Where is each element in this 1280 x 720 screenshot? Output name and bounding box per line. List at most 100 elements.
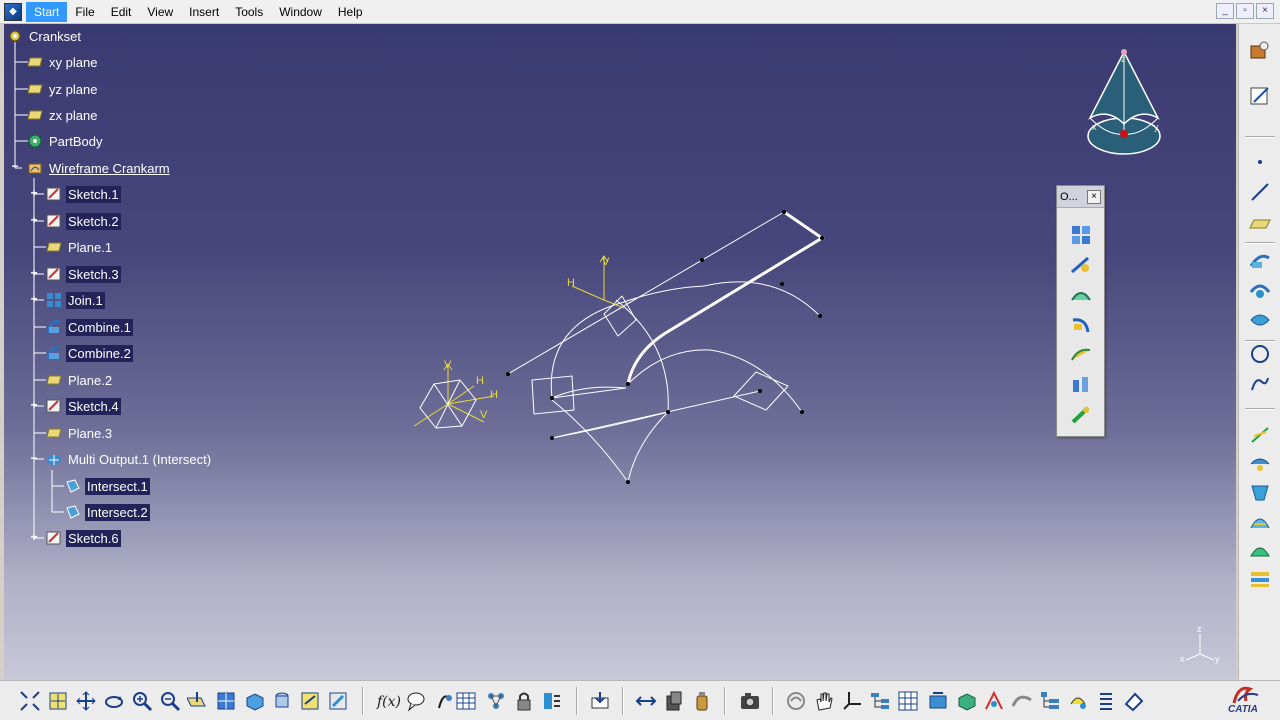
fillet-tool-icon[interactable]	[1067, 402, 1095, 428]
hand-pan-icon[interactable]	[812, 689, 836, 713]
expand-expander[interactable]: +	[29, 399, 39, 411]
construction-line[interactable]	[551, 390, 761, 439]
vertex[interactable]	[800, 410, 804, 414]
tree-item-sketch-4[interactable]: Sketch.4	[45, 396, 121, 416]
menu-window[interactable]: Window	[271, 2, 330, 22]
catalog-icon[interactable]	[484, 689, 508, 713]
normal-view-icon[interactable]	[186, 689, 210, 713]
comment-icon[interactable]	[404, 689, 428, 713]
rotate-icon[interactable]	[102, 689, 126, 713]
extract-tool-icon[interactable]	[1067, 372, 1095, 398]
tree-item-partbody[interactable]: PartBody	[26, 131, 104, 151]
menu-edit[interactable]: Edit	[103, 2, 140, 22]
tree-item-yz-plane[interactable]: yz plane	[26, 79, 99, 99]
update-icon[interactable]	[588, 689, 612, 713]
expand-expander[interactable]: +	[29, 293, 39, 305]
close-button[interactable]: ×	[1256, 3, 1274, 19]
combine-tool-icon[interactable]	[1245, 276, 1275, 304]
tree-item-sketch-3[interactable]: Sketch.3	[45, 264, 121, 284]
hide-show-icon[interactable]	[298, 689, 322, 713]
restore-button[interactable]: ▫	[1236, 3, 1254, 19]
tree-item-plane-3[interactable]: Plane.3	[45, 423, 114, 443]
menu-view[interactable]: View	[139, 2, 181, 22]
vertex[interactable]	[666, 410, 670, 414]
fly-mode-icon[interactable]	[784, 689, 808, 713]
plane-tool-icon[interactable]	[1245, 210, 1275, 238]
menu-file[interactable]: File	[67, 2, 102, 22]
tree-item-join-1[interactable]: Join.1	[45, 290, 105, 310]
sweep-surface-icon[interactable]	[1245, 508, 1275, 536]
axis-system-icon[interactable]	[840, 689, 864, 713]
revolve-surface-icon[interactable]	[1245, 478, 1275, 506]
analysis-icon[interactable]	[1010, 689, 1034, 713]
tree-item-combine-1[interactable]: Combine.1	[45, 317, 133, 337]
expand-expander[interactable]: +	[29, 267, 39, 279]
swap-visible-space-icon[interactable]	[326, 689, 350, 713]
menu-insert[interactable]: Insert	[181, 2, 227, 22]
iso-view-icon[interactable]	[242, 689, 266, 713]
split-tool-icon[interactable]	[1067, 282, 1095, 308]
capture-icon[interactable]	[738, 689, 762, 713]
vertex[interactable]	[550, 396, 554, 400]
floating-toolbar-close-button[interactable]: ×	[1087, 189, 1101, 204]
tree-item-intersect-1[interactable]: Intersect.1	[64, 476, 150, 496]
join-tool-icon[interactable]	[1067, 222, 1095, 248]
3d-viewport[interactable]: H V V H H V z x y z x y Crankset xy plan…	[4, 24, 1236, 680]
tree-root-crankset[interactable]: Crankset	[6, 26, 83, 46]
reflect-line-tool-icon[interactable]	[1245, 306, 1275, 334]
healing-tool-icon[interactable]	[1067, 252, 1095, 278]
extrude-surface-icon[interactable]	[1245, 448, 1275, 476]
tree-item-sketch-6[interactable]: Sketch.6	[45, 528, 121, 548]
knowledge-icon[interactable]	[432, 689, 456, 713]
profile-arc[interactable]	[551, 399, 629, 483]
tree-item-zx-plane[interactable]: zx plane	[26, 105, 99, 125]
tree-item-sketch-2[interactable]: Sketch.2	[45, 211, 121, 231]
tree-item-wireframe-crankarm[interactable]: Wireframe Crankarm	[26, 158, 172, 178]
constraint-icon[interactable]	[982, 689, 1006, 713]
zoom-out-icon[interactable]	[158, 689, 182, 713]
vertex[interactable]	[818, 314, 822, 318]
collapse-expander[interactable]: −	[10, 160, 20, 172]
multi-section-surface-icon[interactable]	[1245, 564, 1275, 592]
measure-icon[interactable]	[634, 689, 658, 713]
vertex[interactable]	[782, 210, 786, 214]
menu-tools[interactable]: Tools	[227, 2, 271, 22]
snap-point-icon[interactable]	[954, 689, 978, 713]
eraser-icon[interactable]	[1122, 689, 1146, 713]
design-table-icon[interactable]	[454, 689, 478, 713]
properties-list-icon[interactable]	[1094, 689, 1118, 713]
work-on-support-icon[interactable]	[926, 689, 950, 713]
collapse-expander[interactable]: −	[29, 452, 39, 464]
crankarm-edge[interactable]	[626, 210, 825, 385]
apply-material-icon[interactable]	[662, 689, 686, 713]
sketch-edit-icon[interactable]	[1245, 82, 1275, 110]
expand-expander[interactable]: +	[29, 214, 39, 226]
tree-item-multi-output-1[interactable]: Multi Output.1 (Intersect)	[45, 449, 213, 469]
lock-icon[interactable]	[512, 689, 536, 713]
vertex[interactable]	[700, 258, 704, 262]
sketcher-tool-icon[interactable]	[1245, 36, 1275, 64]
catia-app-icon[interactable]: ◆	[4, 2, 22, 21]
profile-arc[interactable]	[551, 411, 670, 483]
expand-expander[interactable]: +	[29, 531, 39, 543]
zoom-in-icon[interactable]	[130, 689, 154, 713]
highlight-icon[interactable]	[1066, 689, 1090, 713]
helix-tool-icon[interactable]	[1245, 420, 1275, 448]
expand-expander[interactable]: +	[29, 187, 39, 199]
multi-view-icon[interactable]	[214, 689, 238, 713]
menu-help[interactable]: Help	[330, 2, 371, 22]
tree-item-sketch-1[interactable]: Sketch.1	[45, 184, 121, 204]
pan-icon[interactable]	[74, 689, 98, 713]
hierarchy-icon[interactable]	[868, 689, 892, 713]
compass[interactable]: z x y	[1087, 49, 1161, 155]
floating-toolbar-titlebar[interactable]: O... ×	[1057, 186, 1104, 208]
construction-line[interactable]	[551, 387, 627, 399]
tree-item-plane-1[interactable]: Plane.1	[45, 237, 114, 257]
tree-item-xy-plane[interactable]: xy plane	[26, 52, 99, 72]
vertex[interactable]	[780, 282, 784, 286]
select-icon[interactable]	[46, 689, 70, 713]
circle-tool-icon[interactable]	[1245, 340, 1275, 368]
spline-tool-icon[interactable]	[1245, 370, 1275, 398]
plane-square[interactable]	[531, 375, 575, 415]
tree-expand-icon[interactable]	[1038, 689, 1062, 713]
